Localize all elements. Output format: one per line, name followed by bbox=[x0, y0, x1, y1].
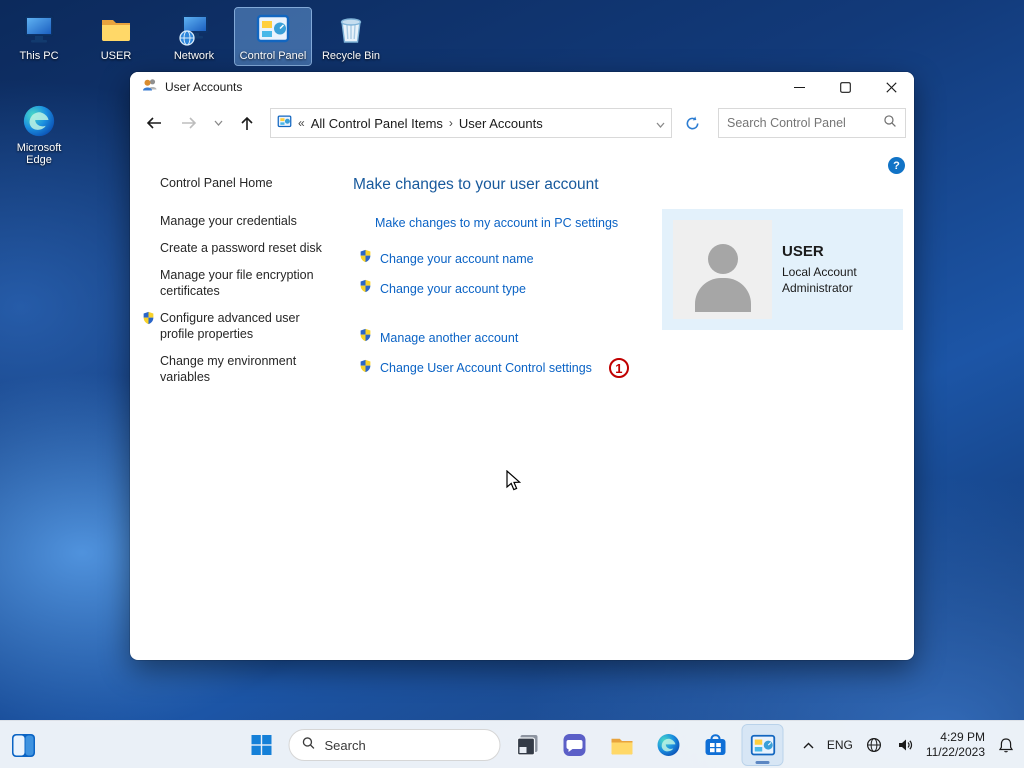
uac-shield-icon bbox=[359, 279, 372, 298]
microsoft-store-icon[interactable] bbox=[696, 725, 736, 765]
back-button[interactable] bbox=[138, 108, 170, 138]
recycle-bin-icon bbox=[333, 11, 369, 47]
desktop-icon-label: Network bbox=[158, 50, 230, 62]
window-titlebar[interactable]: User Accounts bbox=[130, 72, 914, 102]
volume-icon[interactable] bbox=[895, 735, 915, 755]
user-name: USER bbox=[782, 243, 857, 260]
desktop-icon-label: Recycle Bin bbox=[315, 50, 387, 62]
network-globe-icon[interactable] bbox=[864, 735, 884, 755]
taskbar-search[interactable] bbox=[289, 729, 501, 761]
search-icon[interactable] bbox=[883, 114, 897, 133]
task-view-icon[interactable] bbox=[508, 725, 548, 765]
desktop-icon-label: This PC bbox=[3, 50, 75, 62]
notification-bell-icon[interactable] bbox=[996, 735, 1016, 756]
window-content: ? Control Panel Home Manage your credent… bbox=[130, 144, 914, 660]
link-change-uac-settings[interactable]: Change User Account Control settings bbox=[380, 361, 592, 375]
desktop-icon-network[interactable]: Network bbox=[156, 8, 232, 65]
user-accounts-window: User Accounts bbox=[130, 72, 914, 660]
refresh-button[interactable] bbox=[675, 108, 709, 138]
forward-button[interactable] bbox=[173, 108, 205, 138]
desktop-icon-control-panel[interactable]: Control Panel bbox=[235, 8, 311, 65]
control-panel-search[interactable] bbox=[718, 108, 906, 138]
sidebar-item-control-panel-home[interactable]: Control Panel Home bbox=[160, 176, 326, 190]
breadcrumb-dropdown-chevron-icon[interactable] bbox=[656, 116, 665, 131]
user-avatar bbox=[673, 220, 772, 319]
breadcrumb-location-icon bbox=[277, 114, 292, 132]
sidebar: Control Panel Home Manage your credentia… bbox=[160, 176, 326, 396]
link-pc-settings[interactable]: Make changes to my account in PC setting… bbox=[375, 216, 618, 230]
breadcrumb[interactable]: « All Control Panel Items › User Account… bbox=[270, 108, 672, 138]
window-title: User Accounts bbox=[165, 80, 242, 94]
recent-pages-chevron-icon[interactable] bbox=[208, 108, 228, 138]
folder-icon bbox=[98, 11, 134, 47]
taskbar: ENG 4:29 PM 11/22/2023 bbox=[0, 720, 1024, 768]
start-button[interactable] bbox=[242, 725, 282, 765]
sidebar-item-file-encryption-certificates[interactable]: Manage your file encryption certificates bbox=[160, 267, 326, 299]
widgets-icon[interactable] bbox=[10, 732, 36, 758]
file-explorer-icon[interactable] bbox=[602, 725, 642, 765]
breadcrumb-truncation[interactable]: « bbox=[298, 116, 305, 130]
uac-shield-icon bbox=[359, 359, 372, 378]
breadcrumb-item-all-control-panel-items[interactable]: All Control Panel Items bbox=[311, 116, 443, 131]
uac-shield-icon bbox=[359, 328, 372, 347]
tray-time: 4:29 PM bbox=[926, 730, 985, 745]
sidebar-item-environment-variables[interactable]: Change my environment variables bbox=[160, 353, 326, 385]
link-manage-another-account[interactable]: Manage another account bbox=[380, 331, 518, 345]
system-tray: ENG 4:29 PM 11/22/2023 bbox=[801, 721, 1016, 768]
close-button[interactable] bbox=[868, 72, 914, 102]
desktop-icon-this-pc[interactable]: This PC bbox=[1, 8, 77, 65]
navigation-bar: « All Control Panel Items › User Account… bbox=[130, 102, 914, 144]
network-icon bbox=[176, 11, 212, 47]
chat-icon[interactable] bbox=[555, 725, 595, 765]
sidebar-item-manage-credentials[interactable]: Manage your credentials bbox=[160, 213, 326, 229]
breadcrumb-item-user-accounts[interactable]: User Accounts bbox=[459, 116, 543, 131]
tray-date: 11/22/2023 bbox=[926, 745, 985, 760]
page-title: Make changes to your user account bbox=[353, 176, 914, 194]
main-pane: Make changes to your user account Make c… bbox=[353, 144, 914, 660]
edge-icon bbox=[21, 103, 57, 139]
up-button[interactable] bbox=[231, 108, 263, 138]
user-account-card: USER Local Account Administrator bbox=[662, 209, 903, 330]
link-change-account-name[interactable]: Change your account name bbox=[380, 252, 534, 266]
user-role: Administrator bbox=[782, 281, 857, 297]
desktop-icon-microsoft-edge[interactable]: Microsoft Edge bbox=[1, 100, 77, 169]
taskbar-search-input[interactable] bbox=[325, 738, 488, 753]
uac-shield-icon bbox=[142, 311, 155, 329]
maximize-button[interactable] bbox=[822, 72, 868, 102]
avatar-body-shape bbox=[695, 278, 751, 312]
sidebar-item-label: Configure advanced user profile properti… bbox=[160, 311, 300, 341]
search-icon bbox=[302, 736, 316, 755]
sidebar-item-password-reset-disk[interactable]: Create a password reset disk bbox=[160, 240, 326, 256]
control-panel-icon bbox=[255, 11, 291, 47]
user-accounts-window-icon bbox=[142, 77, 158, 98]
language-indicator[interactable]: ENG bbox=[827, 738, 853, 752]
avatar-head-shape bbox=[708, 244, 738, 274]
desktop-icon-label: Microsoft Edge bbox=[3, 142, 75, 166]
sidebar-item-advanced-user-profile[interactable]: Configure advanced user profile properti… bbox=[160, 310, 326, 342]
clock[interactable]: 4:29 PM 11/22/2023 bbox=[926, 730, 985, 760]
minimize-button[interactable] bbox=[776, 72, 822, 102]
desktop-icon-user-folder[interactable]: USER bbox=[78, 8, 154, 65]
this-pc-icon bbox=[21, 11, 57, 47]
desktop-icon-label: USER bbox=[80, 50, 152, 62]
control-panel-search-input[interactable] bbox=[727, 116, 877, 130]
uac-shield-icon bbox=[359, 249, 372, 268]
breadcrumb-separator-icon: › bbox=[449, 116, 453, 130]
desktop-icon-recycle-bin[interactable]: Recycle Bin bbox=[313, 8, 389, 65]
tray-chevron-up-icon[interactable] bbox=[801, 740, 816, 751]
taskbar-control-panel-icon[interactable] bbox=[743, 725, 783, 765]
user-account-type: Local Account bbox=[782, 265, 857, 281]
edge-icon[interactable] bbox=[649, 725, 689, 765]
link-change-account-type[interactable]: Change your account type bbox=[380, 282, 526, 296]
annotation-step-marker: 1 bbox=[609, 358, 629, 378]
desktop-icon-label: Control Panel bbox=[237, 50, 309, 62]
